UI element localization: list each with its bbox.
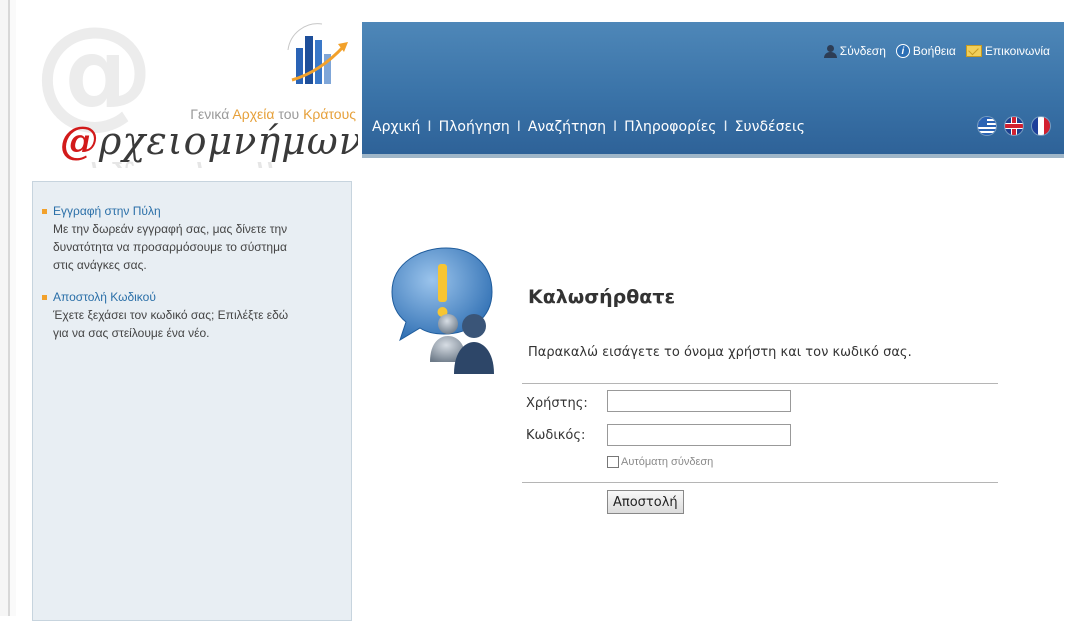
nav-item-browse[interactable]: Πλοήγηση bbox=[439, 119, 510, 135]
nav-item-links[interactable]: Συνδέσεις bbox=[735, 119, 805, 135]
header-bar: Σύνδεση i Βοήθεια Επικοινωνία Αρχική I Π… bbox=[362, 22, 1064, 158]
greek-flag-icon[interactable] bbox=[978, 117, 996, 135]
send-code-description: Έχετε ξεχάσει τον κωδικό σας; Επιλέξτε ε… bbox=[53, 308, 289, 340]
login-instructions: Παρακαλώ εισάγετε το όνομα χρήστη και το… bbox=[528, 345, 912, 360]
welcome-title: Καλωσήρθατε bbox=[528, 286, 676, 308]
username-label: Χρήστης: bbox=[526, 396, 588, 411]
bullet-icon bbox=[42, 294, 47, 300]
bullet-icon bbox=[42, 208, 47, 214]
password-field[interactable] bbox=[607, 424, 791, 446]
top-links: Σύνδεση i Βοήθεια Επικοινωνία bbox=[823, 44, 1050, 58]
nav-separator: I bbox=[613, 119, 618, 135]
nav-item-info[interactable]: Πληροφορίες bbox=[624, 119, 716, 135]
sidebar: Εγγραφή στην Πύλη Με την δωρεάν εγγραφή … bbox=[32, 181, 352, 621]
sidebar-send-code: Αποστολή Κωδικού Έχετε ξεχάσει τον κωδικ… bbox=[42, 288, 303, 342]
at-watermark: @ bbox=[34, 18, 154, 141]
nav-separator: I bbox=[516, 119, 521, 135]
welcome-users-icon bbox=[391, 247, 494, 374]
brand-reflection: ρχειομνήμων bbox=[92, 161, 345, 168]
divider bbox=[522, 383, 998, 384]
language-flags bbox=[978, 117, 1050, 135]
nav-item-search[interactable]: Αναζήτηση bbox=[528, 119, 606, 135]
archives-bars-logo bbox=[287, 23, 348, 84]
submit-button[interactable]: Αποστολή bbox=[607, 490, 684, 514]
username-field[interactable] bbox=[607, 390, 791, 412]
left-rail bbox=[0, 0, 16, 616]
auto-login-checkbox[interactable] bbox=[607, 456, 619, 468]
divider bbox=[522, 482, 998, 483]
nav-separator: I bbox=[723, 119, 728, 135]
main-nav: Αρχική I Πλοήγηση I Αναζήτηση I Πληροφορ… bbox=[372, 119, 805, 135]
login-link[interactable]: Σύνδεση bbox=[823, 44, 886, 58]
contact-link[interactable]: Επικοινωνία bbox=[965, 44, 1050, 58]
auto-login-label: Αυτόματη σύνδεση bbox=[621, 456, 714, 468]
nav-separator: I bbox=[427, 119, 432, 135]
brand-name: @ρχειομνήμων bbox=[60, 118, 358, 163]
user-icon bbox=[823, 44, 837, 58]
auto-login-row: Αυτόματη σύνδεση bbox=[607, 456, 713, 468]
nav-item-home[interactable]: Αρχική bbox=[372, 119, 420, 135]
site-logo[interactable]: @ Γενικά Αρχεία του Κράτους @ρχειομνήμων… bbox=[32, 18, 358, 168]
uk-flag-icon[interactable] bbox=[1005, 117, 1023, 135]
french-flag-icon[interactable] bbox=[1032, 117, 1050, 135]
help-icon: i bbox=[895, 44, 910, 58]
send-code-link[interactable]: Αποστολή Κωδικού bbox=[42, 288, 303, 306]
sidebar-register: Εγγραφή στην Πύλη Με την δωρεάν εγγραφή … bbox=[42, 202, 303, 274]
register-description: Με την δωρεάν εγγραφή σας, μας δίνετε τη… bbox=[53, 222, 288, 272]
mail-icon bbox=[965, 45, 982, 57]
help-link[interactable]: i Βοήθεια bbox=[895, 44, 956, 58]
password-label: Κωδικός: bbox=[526, 428, 586, 443]
register-link[interactable]: Εγγραφή στην Πύλη bbox=[42, 202, 303, 220]
